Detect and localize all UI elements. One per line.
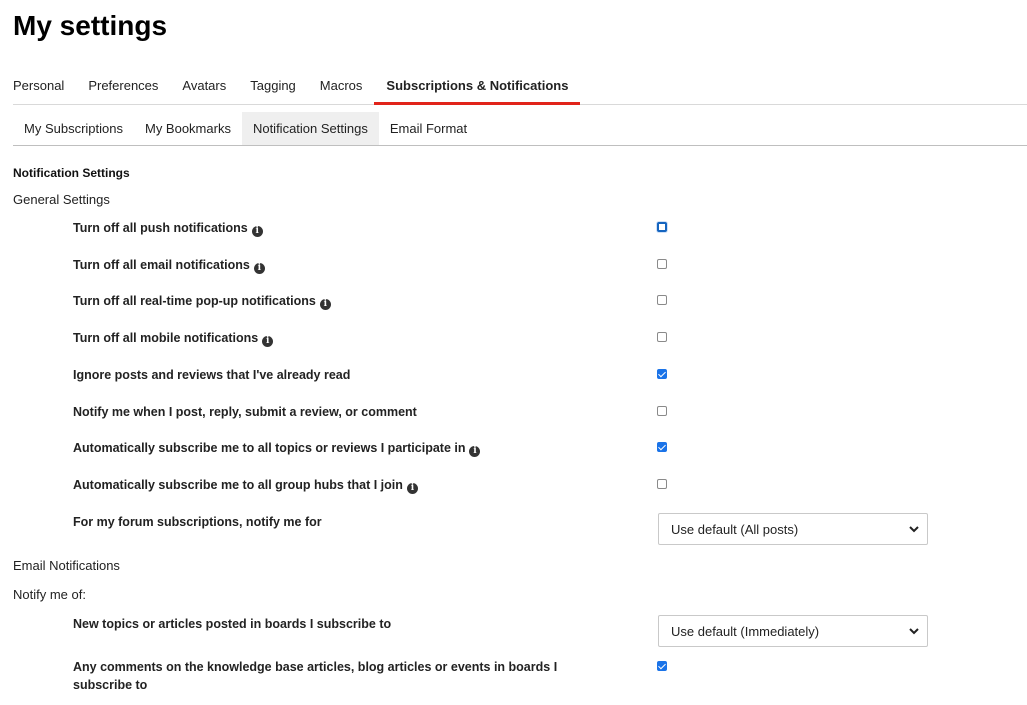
tab-subscriptions-notifications[interactable]: Subscriptions & Notifications xyxy=(374,70,581,105)
setting-label-email: Turn off all email notifications i xyxy=(73,256,583,274)
new-topics-select[interactable]: Use default (Immediately) xyxy=(658,615,928,647)
new-topics-label: New topics or articles posted in boards … xyxy=(73,617,392,631)
checkbox-ignore-read[interactable] xyxy=(657,369,667,379)
subtab-my-bookmarks[interactable]: My Bookmarks xyxy=(134,112,242,145)
subtab-my-subscriptions[interactable]: My Subscriptions xyxy=(13,112,134,145)
chevron-down-icon xyxy=(909,526,919,533)
setting-text: Automatically subscribe me to all topics… xyxy=(73,441,466,455)
setting-label-push: Turn off all push notifications i xyxy=(73,219,583,237)
notify-me-of-label: Notify me of: xyxy=(13,587,86,602)
info-icon[interactable]: i xyxy=(319,299,331,310)
setting-text: Turn off all email notifications xyxy=(73,258,250,272)
setting-text: Turn off all push notifications xyxy=(73,221,248,235)
setting-text: Turn off all real-time pop-up notificati… xyxy=(73,294,316,308)
info-icon[interactable]: i xyxy=(251,226,263,237)
info-icon[interactable]: i xyxy=(253,263,265,274)
setting-text: Automatically subscribe me to all group … xyxy=(73,478,403,492)
checkbox-push-off[interactable] xyxy=(657,222,667,232)
sub-tabs: My Subscriptions My Bookmarks Notificati… xyxy=(13,112,1027,146)
setting-text: Ignore posts and reviews that I've alrea… xyxy=(73,368,351,382)
checkbox-auto-subscribe-groups[interactable] xyxy=(657,479,667,489)
section-title: Notification Settings xyxy=(13,166,130,180)
main-tabs: Personal Preferences Avatars Tagging Mac… xyxy=(13,70,1027,105)
setting-label-auto-subscribe-groups: Automatically subscribe me to all group … xyxy=(73,476,583,494)
comments-label: Any comments on the knowledge base artic… xyxy=(73,660,558,692)
checkbox-notify-own[interactable] xyxy=(657,406,667,416)
select-value: Use default (All posts) xyxy=(671,522,799,537)
chevron-down-icon xyxy=(909,628,919,635)
setting-label-auto-subscribe-topics: Automatically subscribe me to all topics… xyxy=(73,439,583,457)
checkbox-auto-subscribe-topics[interactable] xyxy=(657,442,667,452)
checkbox-email-off[interactable] xyxy=(657,259,667,269)
select-value: Use default (Immediately) xyxy=(671,624,820,639)
info-icon[interactable]: i xyxy=(262,336,274,347)
subtab-notification-settings[interactable]: Notification Settings xyxy=(241,112,379,145)
setting-text: Turn off all mobile notifications xyxy=(73,331,259,345)
info-icon[interactable]: i xyxy=(406,483,418,494)
page-title: My settings xyxy=(13,10,168,41)
checkbox-comments[interactable] xyxy=(657,661,667,671)
tab-macros[interactable]: Macros xyxy=(320,70,363,105)
checkbox-popup-off[interactable] xyxy=(657,295,667,305)
setting-label-notify-own: Notify me when I post, reply, submit a r… xyxy=(73,403,583,421)
tab-preferences[interactable]: Preferences xyxy=(88,70,158,105)
forum-notify-select[interactable]: Use default (All posts) xyxy=(658,513,928,545)
email-notifications-label: Email Notifications xyxy=(13,558,120,573)
subtab-email-format[interactable]: Email Format xyxy=(379,112,478,145)
setting-text: Notify me when I post, reply, submit a r… xyxy=(73,405,417,419)
general-settings-label: General Settings xyxy=(13,192,110,207)
setting-label-popup: Turn off all real-time pop-up notificati… xyxy=(73,292,583,310)
tab-tagging[interactable]: Tagging xyxy=(250,70,296,105)
setting-label-ignore-read: Ignore posts and reviews that I've alrea… xyxy=(73,366,583,384)
setting-label-mobile: Turn off all mobile notifications i xyxy=(73,329,583,347)
checkbox-mobile-off[interactable] xyxy=(657,332,667,342)
info-icon[interactable]: i xyxy=(469,446,481,457)
forum-notify-label: For my forum subscriptions, notify me fo… xyxy=(73,515,322,529)
tab-avatars[interactable]: Avatars xyxy=(182,70,226,105)
tab-personal[interactable]: Personal xyxy=(13,70,64,105)
